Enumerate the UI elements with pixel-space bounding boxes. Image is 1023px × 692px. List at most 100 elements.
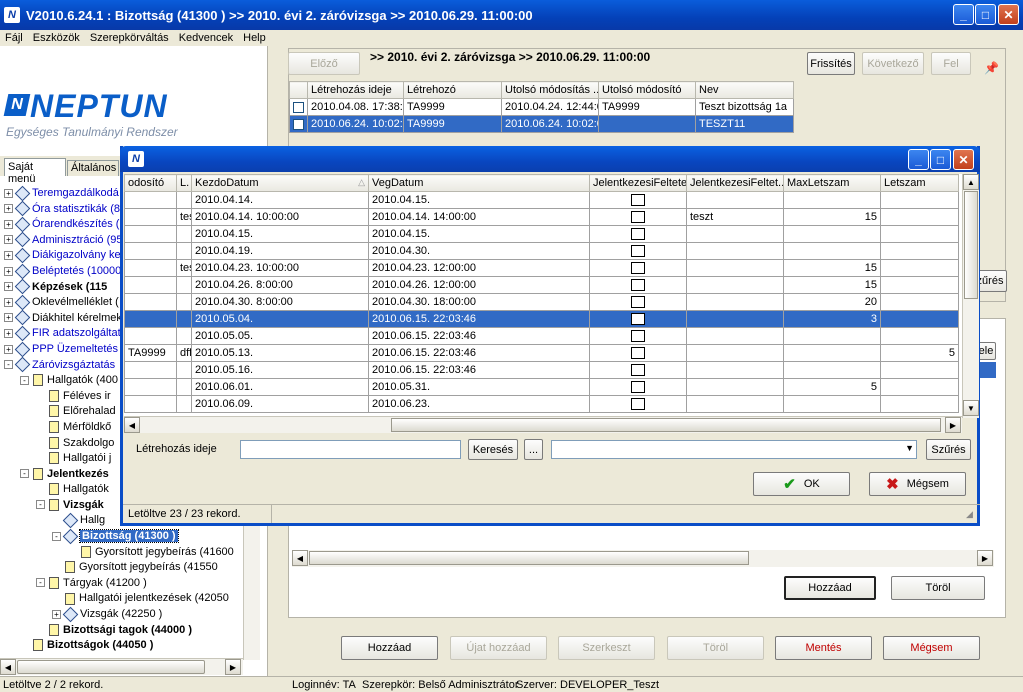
collapse-icon[interactable]: - bbox=[36, 578, 45, 588]
add-new-button[interactable]: Újat hozzáad bbox=[450, 636, 547, 660]
collapse-icon[interactable]: - bbox=[36, 500, 45, 510]
dialog-column-header[interactable]: JelentkezesiFeltet... bbox=[686, 174, 784, 192]
search-button[interactable]: Keresés bbox=[468, 439, 518, 460]
edit-button[interactable]: Szerkeszt bbox=[558, 636, 655, 660]
expand-icon[interactable]: + bbox=[4, 313, 13, 323]
minimize-button[interactable]: _ bbox=[953, 4, 974, 25]
row-checkbox[interactable] bbox=[293, 118, 304, 130]
scroll-thumb[interactable] bbox=[391, 418, 941, 432]
menu-item-4[interactable]: Help bbox=[238, 32, 271, 44]
filter-input[interactable] bbox=[240, 440, 461, 459]
filter-button[interactable]: Szűrés bbox=[926, 439, 971, 460]
column-header[interactable]: Létrehozás ideje bbox=[307, 81, 404, 99]
scroll-right-icon[interactable]: ▶ bbox=[225, 659, 241, 675]
collapse-icon[interactable]: - bbox=[4, 360, 13, 370]
next-button[interactable]: Következő bbox=[862, 52, 924, 75]
dialog-minimize-button[interactable]: _ bbox=[908, 149, 929, 170]
collapse-icon[interactable]: - bbox=[20, 375, 29, 385]
column-header[interactable]: Nev bbox=[695, 81, 794, 99]
dialog-row[interactable]: 2010.04.14. 2010.04.15. bbox=[124, 191, 959, 209]
dialog-row[interactable]: 2010.04.15. 2010.04.15. bbox=[124, 225, 959, 243]
menu-item-1[interactable]: Eszközök bbox=[28, 32, 85, 44]
ok-button[interactable]: ✔ OK bbox=[753, 472, 850, 496]
dialog-column-header[interactable]: JelentkezesiFeltetel bbox=[589, 174, 687, 192]
lower-horizontal-scrollbar[interactable]: ◀ ▶ bbox=[292, 550, 994, 567]
refresh-button[interactable]: Frissítés bbox=[807, 52, 855, 75]
document-icon[interactable] bbox=[631, 245, 645, 258]
expand-icon[interactable]: + bbox=[4, 235, 13, 245]
bottom-delete-button[interactable]: Töröl bbox=[667, 636, 764, 660]
delete-button[interactable]: Töröl bbox=[891, 576, 985, 600]
menu-item-3[interactable]: Kedvencek bbox=[174, 32, 238, 44]
expand-icon[interactable]: + bbox=[4, 282, 13, 292]
tree-item[interactable]: Bizottsági tagok (44000 ) bbox=[4, 623, 244, 639]
more-button[interactable]: ... bbox=[524, 439, 543, 460]
scroll-right-icon[interactable]: ▶ bbox=[945, 417, 961, 433]
expand-icon[interactable]: + bbox=[4, 250, 13, 260]
collapse-icon[interactable]: - bbox=[52, 531, 61, 541]
document-icon[interactable] bbox=[631, 194, 645, 207]
row-checkbox[interactable] bbox=[293, 101, 304, 113]
tab-general-menu[interactable]: Általános m bbox=[67, 160, 119, 176]
scroll-thumb[interactable] bbox=[17, 660, 205, 674]
up-button[interactable]: Fel bbox=[931, 52, 971, 75]
dialog-column-header[interactable]: MaxLetszam bbox=[783, 174, 881, 192]
dialog-cancel-button[interactable]: ✖ Mégsem bbox=[869, 472, 966, 496]
document-icon[interactable] bbox=[631, 364, 645, 377]
dialog-row[interactable]: 2010.06.09. 2010.06.23. bbox=[124, 395, 959, 413]
tree-item[interactable]: Gyorsított jegybeírás (41600 bbox=[4, 545, 244, 561]
document-icon[interactable] bbox=[631, 313, 645, 326]
scroll-thumb[interactable] bbox=[964, 191, 978, 299]
scroll-thumb[interactable] bbox=[309, 551, 749, 565]
dialog-column-header[interactable]: Letszam bbox=[880, 174, 959, 192]
dialog-row[interactable]: TA9999 dff 2010.05.13. 2010.06.15. 22:03:46… bbox=[124, 344, 959, 362]
dialog-row[interactable]: 2010.05.16. 2010.06.15. 22:03:46 bbox=[124, 361, 959, 379]
dialog-column-header[interactable]: odosító bbox=[124, 174, 177, 192]
menu-item-2[interactable]: Szerepkörváltás bbox=[85, 32, 174, 44]
document-icon[interactable] bbox=[631, 381, 645, 394]
column-header[interactable]: Utolsó módosítás ... bbox=[501, 81, 599, 99]
menu-item-0[interactable]: Fájl bbox=[0, 32, 28, 44]
close-button[interactable]: ✕ bbox=[998, 4, 1019, 25]
document-icon[interactable] bbox=[631, 347, 645, 360]
dialog-row[interactable]: tes2010.04.14. 10:00:002010.04.14. 14:00… bbox=[124, 208, 959, 226]
dialog-vertical-scrollbar[interactable]: ▲ ▼ bbox=[962, 174, 979, 418]
table-row[interactable]: 2010.06.24. 10:02:0 TA9999 2010.06.24. 10:… bbox=[289, 115, 794, 133]
prev-button[interactable]: Előző bbox=[288, 52, 360, 75]
dialog-horizontal-scrollbar[interactable]: ◀ ▶ bbox=[124, 416, 962, 433]
dialog-row[interactable]: 2010.05.04. 2010.06.15. 22:03:46 3 bbox=[124, 310, 959, 328]
tree-item[interactable]: Hallgatói jelentkezések (42050 bbox=[4, 591, 244, 607]
expand-icon[interactable]: + bbox=[4, 297, 13, 307]
chevron-down-icon[interactable]: ▼ bbox=[905, 443, 914, 453]
dialog-column-header[interactable]: KezdoDatum △ bbox=[191, 174, 369, 192]
tree-item[interactable]: - Bizottság (41300 ) bbox=[4, 528, 244, 545]
dialog-column-header[interactable]: VegDatum bbox=[368, 174, 590, 192]
dialog-maximize-button[interactable]: □ bbox=[930, 149, 951, 170]
scroll-up-icon[interactable]: ▲ bbox=[963, 174, 979, 190]
document-icon[interactable] bbox=[631, 279, 645, 292]
document-icon[interactable] bbox=[631, 330, 645, 343]
expand-icon[interactable]: + bbox=[4, 204, 13, 214]
expand-icon[interactable]: + bbox=[4, 188, 13, 198]
dialog-row[interactable]: 2010.06.01. 2010.05.31. 5 bbox=[124, 378, 959, 396]
maximize-button[interactable]: □ bbox=[975, 4, 996, 25]
expand-icon[interactable]: + bbox=[52, 609, 61, 619]
document-icon[interactable] bbox=[631, 296, 645, 309]
dialog-row[interactable]: 2010.04.30. 8:00:00 2010.04.30. 18:00:00 2… bbox=[124, 293, 959, 311]
tree-item[interactable]: Gyorsított jegybeírás (41550 bbox=[4, 560, 244, 576]
column-header[interactable]: Utolsó módosító bbox=[598, 81, 696, 99]
document-icon[interactable] bbox=[631, 398, 645, 411]
tab-own-menu[interactable]: Saját menü bbox=[4, 158, 66, 185]
expand-icon[interactable]: + bbox=[4, 344, 13, 354]
scroll-right-icon[interactable]: ▶ bbox=[977, 550, 993, 566]
scroll-left-icon[interactable]: ◀ bbox=[0, 659, 16, 675]
scroll-down-icon[interactable]: ▼ bbox=[963, 400, 979, 416]
column-header[interactable]: Létrehozó bbox=[403, 81, 502, 99]
dialog-row[interactable]: tes2010.04.23. 10:00:002010.04.23. 12:00… bbox=[124, 259, 959, 277]
expand-icon[interactable]: + bbox=[4, 266, 13, 276]
pin-icon[interactable]: 📌 bbox=[984, 61, 1000, 77]
dialog-close-button[interactable]: ✕ bbox=[953, 149, 974, 170]
filter-select[interactable]: ▼ bbox=[551, 440, 917, 459]
table-row[interactable]: 2010.04.08. 17:38:4 TA9999 2010.04.24. 12:… bbox=[289, 98, 794, 116]
save-button[interactable]: Mentés bbox=[775, 636, 872, 660]
